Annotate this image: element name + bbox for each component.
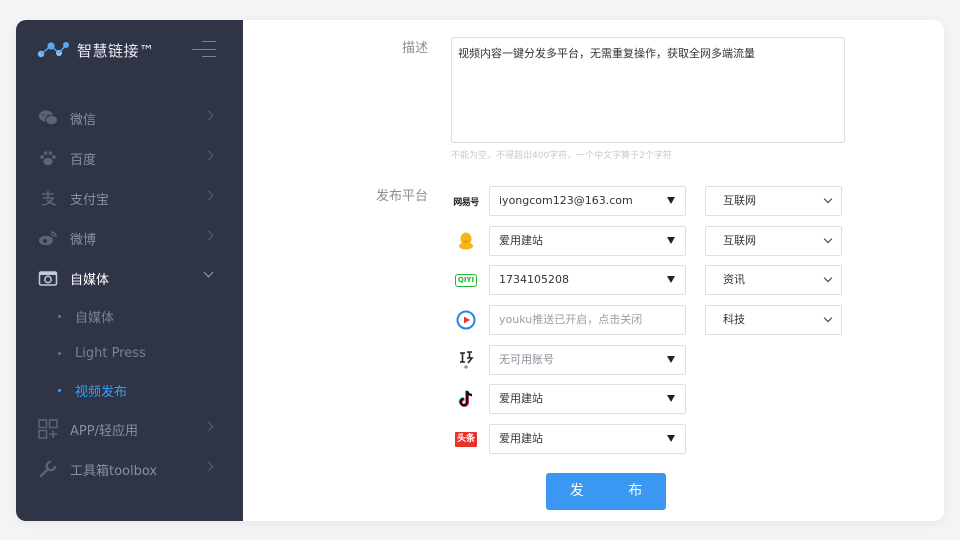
category-select[interactable]: 互联网 (705, 186, 842, 216)
sidebar-item-media[interactable]: 自媒体 (16, 258, 243, 298)
publish-button[interactable]: 发 布 (546, 473, 666, 510)
youku-icon (449, 309, 483, 331)
account-select[interactable]: 无可用账号 (489, 345, 686, 375)
description-hint: 不能为空，不得超出400字符，一个中文字算于2个字符 (451, 151, 672, 161)
caret-down-icon (667, 237, 675, 244)
description-textarea[interactable]: 视频内容一键分发多平台，无需重复操作，获取全网多端流量 (451, 37, 845, 143)
sidebar-item-toolbox[interactable]: 工具箱toolbox (16, 449, 243, 489)
account-value: 爱用建站 (499, 234, 543, 247)
account-select[interactable]: 1734105208 (489, 265, 686, 295)
caret-down-icon (667, 276, 675, 283)
qq-penguin-icon (449, 230, 483, 252)
iqiyi-icon-text: QIYI (454, 273, 478, 287)
camera-icon (38, 268, 58, 288)
caret-down-icon (667, 395, 675, 402)
account-value: 爱用建站 (499, 392, 543, 405)
chevron-right-icon (203, 461, 214, 472)
main-content: 描述 视频内容一键分发多平台，无需重复操作，获取全网多端流量 不能为空，不得超出… (243, 20, 944, 521)
sidebar-subitem-label: 自媒体 (75, 311, 115, 326)
account-select[interactable]: 爱用建站 (489, 424, 686, 454)
toutiao-icon-text: 头条 (454, 431, 477, 447)
category-value: 互联网 (723, 234, 756, 247)
description-label: 描述 (402, 41, 429, 56)
chevron-right-icon (203, 150, 214, 161)
sidebar-subitem-media[interactable]: 自媒体 (16, 298, 243, 335)
toutiao-icon: 头条 (449, 428, 483, 450)
iqiyi-icon: QIYI (449, 269, 483, 291)
logo-icon (37, 42, 69, 58)
sidebar-item-label: APP/轻应用 (70, 423, 138, 439)
youku-push-input[interactable]: youku推送已开启，点击关闭 (489, 305, 686, 335)
sidebar-subitem-label: 视频发布 (75, 385, 128, 400)
wechat-icon (38, 108, 58, 128)
bullet-icon (58, 389, 61, 392)
sidebar-item-label: 自媒体 (70, 272, 110, 288)
account-select[interactable]: 爱用建站 (489, 226, 686, 256)
account-value: iyongcom123@163.com (499, 194, 633, 207)
sidebar-subitem-light-press[interactable]: Light Press (16, 335, 243, 372)
bilibili-style-icon (449, 349, 483, 371)
alipay-icon (38, 188, 58, 208)
category-value: 资讯 (723, 273, 745, 286)
sidebar-subitem-video-publish[interactable]: 视频发布 (16, 372, 243, 409)
category-select[interactable]: 资讯 (705, 265, 842, 295)
chevron-right-icon (203, 421, 214, 432)
caret-down-icon (667, 356, 675, 363)
account-value: 爱用建站 (499, 432, 543, 445)
sidebar-item-label: 百度 (70, 152, 97, 168)
bullet-icon (58, 352, 61, 355)
app-window: 智慧链接™ 微信 百度 支付宝 微博 自媒体 自媒体 Light Press 视… (16, 20, 944, 521)
wrench-icon (38, 459, 58, 479)
sidebar-item-wechat[interactable]: 微信 (16, 98, 243, 138)
sidebar-item-label: 支付宝 (70, 192, 110, 208)
netease-icon: 网易号 (449, 190, 483, 212)
sidebar-item-apps[interactable]: APP/轻应用 (16, 409, 243, 449)
chevron-down-icon (823, 194, 833, 204)
platform-label: 发布平台 (376, 189, 429, 204)
chevron-down-icon (823, 313, 833, 323)
account-value: 1734105208 (499, 273, 569, 286)
chevron-right-icon (203, 230, 214, 241)
caret-down-icon (667, 435, 675, 442)
apps-icon (38, 419, 58, 439)
sidebar-item-baidu[interactable]: 百度 (16, 138, 243, 178)
sidebar-nav: 微信 百度 支付宝 微博 自媒体 自媒体 Light Press 视频发布 AP… (16, 98, 243, 489)
category-select[interactable]: 互联网 (705, 226, 842, 256)
sidebar: 智慧链接™ 微信 百度 支付宝 微博 自媒体 自媒体 Light Press 视… (16, 20, 243, 521)
chevron-down-icon (823, 234, 833, 244)
chevron-right-icon (203, 190, 214, 201)
weibo-icon (38, 228, 58, 248)
account-select[interactable]: iyongcom123@163.com (489, 186, 686, 216)
sidebar-item-label: 工具箱toolbox (70, 463, 158, 479)
sidebar-item-alipay[interactable]: 支付宝 (16, 178, 243, 218)
brand-name: 智慧链接™ (77, 41, 155, 60)
sidebar-item-label: 微博 (70, 232, 97, 248)
chevron-right-icon (203, 110, 214, 121)
netease-icon-text: 网易号 (453, 197, 479, 208)
sidebar-item-weibo[interactable]: 微博 (16, 218, 243, 258)
account-value: 无可用账号 (499, 353, 554, 366)
category-select[interactable]: 科技 (705, 305, 842, 335)
chevron-down-icon (203, 267, 214, 278)
chevron-down-icon (823, 273, 833, 283)
bullet-icon (58, 315, 61, 318)
menu-toggle-icon[interactable] (192, 41, 216, 57)
category-value: 互联网 (723, 194, 756, 207)
paw-icon (38, 148, 58, 168)
sidebar-subitem-label: Light Press (75, 346, 146, 361)
category-value: 科技 (723, 313, 745, 326)
youku-push-placeholder: youku推送已开启，点击关闭 (499, 313, 643, 326)
tiktok-icon (449, 388, 483, 410)
caret-down-icon (667, 197, 675, 204)
account-select[interactable]: 爱用建站 (489, 384, 686, 414)
sidebar-item-label: 微信 (70, 112, 97, 128)
